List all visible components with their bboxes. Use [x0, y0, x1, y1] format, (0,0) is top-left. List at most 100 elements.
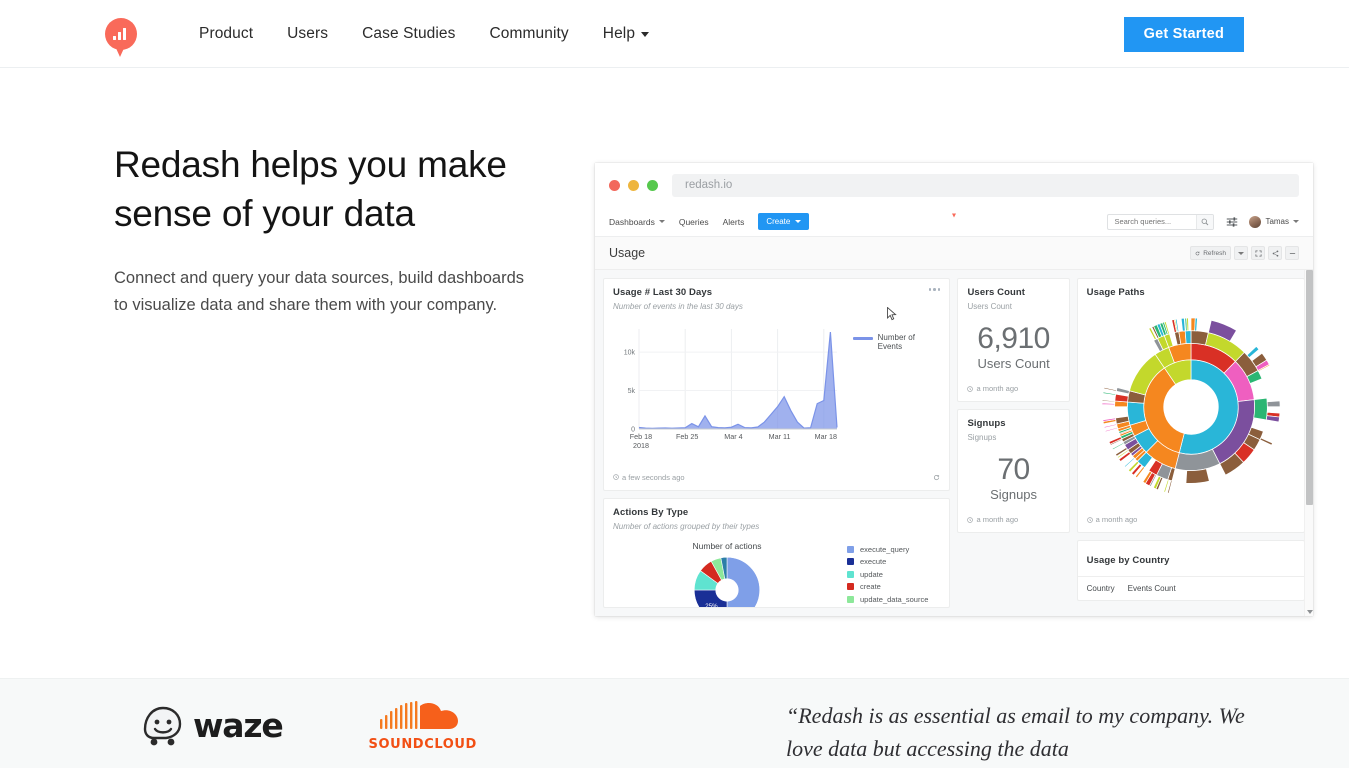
app-nav-queries[interactable]: Queries	[679, 217, 716, 227]
chevron-down-icon	[1238, 251, 1244, 255]
sunburst-segment[interactable]	[1115, 386, 1130, 394]
legend-label: update	[860, 569, 883, 579]
search-icon[interactable]	[1196, 214, 1214, 229]
refresh-button-label: Refresh	[1203, 249, 1226, 257]
widget-menu-icon[interactable]	[928, 288, 941, 291]
refresh-button[interactable]: Refresh	[1190, 246, 1231, 260]
legend-label-number-of-events: Number of Events	[877, 333, 915, 351]
svg-text:Feb 25: Feb 25	[676, 432, 698, 441]
legend-swatch-number-of-events	[853, 337, 873, 340]
legend-swatch	[847, 558, 854, 566]
sunburst-segment[interactable]	[1114, 393, 1129, 402]
app-redash-logo[interactable]	[947, 214, 961, 229]
get-started-button[interactable]: Get Started	[1123, 17, 1244, 52]
user-name-label: Tamas	[1265, 217, 1289, 226]
pie-legend-item[interactable]: update_data_source	[847, 595, 940, 604]
dashboard-column-middle: Users Count Users Count 6,910 Users Coun…	[957, 278, 1070, 608]
country-table-header: Usage by Country	[1077, 541, 1304, 577]
widget-footer: a few seconds ago	[613, 473, 940, 482]
redash-logo[interactable]	[105, 12, 145, 57]
sunburst-segment[interactable]	[1103, 423, 1118, 428]
sunburst-segment[interactable]	[1253, 397, 1268, 420]
widget-title: Actions By Type	[613, 506, 689, 518]
share-button[interactable]	[1268, 246, 1282, 260]
nav-link-case-studies[interactable]: Case Studies	[345, 25, 472, 43]
sunburst-segment[interactable]	[1101, 402, 1115, 405]
refresh-dropdown-button[interactable]	[1234, 246, 1248, 260]
widget-title: Signups	[967, 418, 1006, 429]
bar-chart-icon	[950, 218, 957, 223]
sunburst-segment[interactable]	[1194, 317, 1198, 331]
pie-legend-item[interactable]: execute_query	[847, 545, 940, 554]
nav-link-community[interactable]: Community	[473, 25, 586, 43]
settings-sliders-icon[interactable]	[1225, 215, 1238, 228]
nav-link-users[interactable]: Users	[270, 25, 345, 43]
legend-swatch	[847, 595, 854, 603]
top-navigation-bar: Product Users Case Studies Community Hel…	[0, 0, 1349, 68]
dashboard-column-right: Usage Paths a month ago Usage by Country…	[1076, 278, 1305, 608]
counter-label: Signups	[990, 487, 1038, 502]
window-control-dots	[609, 179, 658, 191]
widget-title: Usage by Country	[1086, 555, 1170, 566]
widget-title: Usage Paths	[1086, 287, 1145, 298]
sunburst-segment[interactable]	[1246, 345, 1260, 358]
sunburst-segment[interactable]	[1180, 317, 1186, 332]
scroll-down-arrow-icon[interactable]	[1306, 610, 1313, 614]
sunburst-segment[interactable]	[1185, 467, 1210, 484]
app-nav-dashboards[interactable]: Dashboards	[609, 217, 672, 227]
svg-text:Mar 4: Mar 4	[724, 432, 742, 441]
nav-link-help[interactable]: Help	[586, 25, 666, 43]
chevron-down-icon	[641, 32, 650, 37]
browser-mockup: redash.io Dashboards Queries Alerts Crea…	[595, 163, 1313, 616]
clock-icon	[967, 516, 974, 523]
mouse-cursor-icon	[887, 307, 898, 321]
clock-icon	[1086, 516, 1093, 523]
sunburst-segment[interactable]	[1101, 399, 1116, 402]
dashboard-title-bar: Usage Refresh	[595, 237, 1313, 270]
chevron-down-icon	[1293, 220, 1299, 223]
sunburst-segment[interactable]	[1266, 400, 1281, 407]
minimize-dot-icon[interactable]	[628, 179, 639, 191]
more-options-button[interactable]	[1285, 246, 1299, 260]
sunburst-chart-svg	[1101, 317, 1281, 494]
scrollbar-thumb[interactable]	[1306, 270, 1313, 505]
dashboard-scrollbar[interactable]	[1304, 270, 1313, 616]
sunburst-segment[interactable]	[1102, 391, 1116, 396]
widget-usage-by-country: Usage by Country Country Events Count	[1076, 540, 1305, 601]
create-button[interactable]: Create	[758, 212, 810, 231]
widget-footer: a month ago	[967, 384, 1059, 393]
user-menu[interactable]: Tamas	[1249, 215, 1299, 228]
sunburst-segment[interactable]	[1265, 414, 1280, 422]
legend-label: edit_name	[860, 607, 895, 608]
refresh-icon[interactable]	[933, 474, 940, 481]
sunburst-segment[interactable]	[1259, 436, 1273, 446]
waze-logo: waze	[140, 705, 284, 747]
close-dot-icon[interactable]	[609, 179, 620, 191]
sunburst-segment[interactable]	[1184, 329, 1192, 344]
sunburst-segment[interactable]	[1103, 386, 1117, 392]
browser-url-bar[interactable]: redash.io	[672, 173, 1299, 197]
search-input[interactable]	[1108, 217, 1197, 226]
fullscreen-button[interactable]	[1251, 246, 1265, 260]
sunburst-segment[interactable]	[1126, 401, 1146, 426]
pie-legend-item[interactable]: update	[847, 570, 940, 579]
app-nav-alerts[interactable]: Alerts	[723, 217, 752, 227]
pie-legend-item[interactable]: create	[847, 582, 940, 591]
pie-legend-item[interactable]: execute	[847, 557, 940, 566]
maximize-dot-icon[interactable]	[647, 179, 658, 191]
pie-chart-legend: execute_queryexecute update create update_d…	[841, 541, 940, 608]
sunburst-segment[interactable]	[1104, 426, 1118, 432]
sunburst-segment[interactable]	[1186, 317, 1189, 331]
legend-swatch	[847, 570, 854, 578]
browser-url-text: redash.io	[685, 179, 733, 191]
svg-text:10k: 10k	[624, 350, 636, 357]
soundcloud-logo: SOUNDCLOUD	[369, 699, 477, 752]
nav-link-product[interactable]: Product	[182, 25, 270, 43]
counter-label: Users Count	[977, 356, 1050, 371]
area-chart: 0 5k 10k Feb 18 2018 Feb 25 Mar 4 Mar 11 Mar 18 …	[613, 307, 940, 473]
widget-footer: a month ago	[967, 515, 1059, 524]
pie-legend-item[interactable]: edit_name	[847, 607, 940, 608]
donut-chart-svg: 25%	[693, 556, 761, 607]
query-search-box[interactable]	[1107, 213, 1215, 230]
widget-usage-paths: Usage Paths a month ago	[1076, 278, 1305, 533]
